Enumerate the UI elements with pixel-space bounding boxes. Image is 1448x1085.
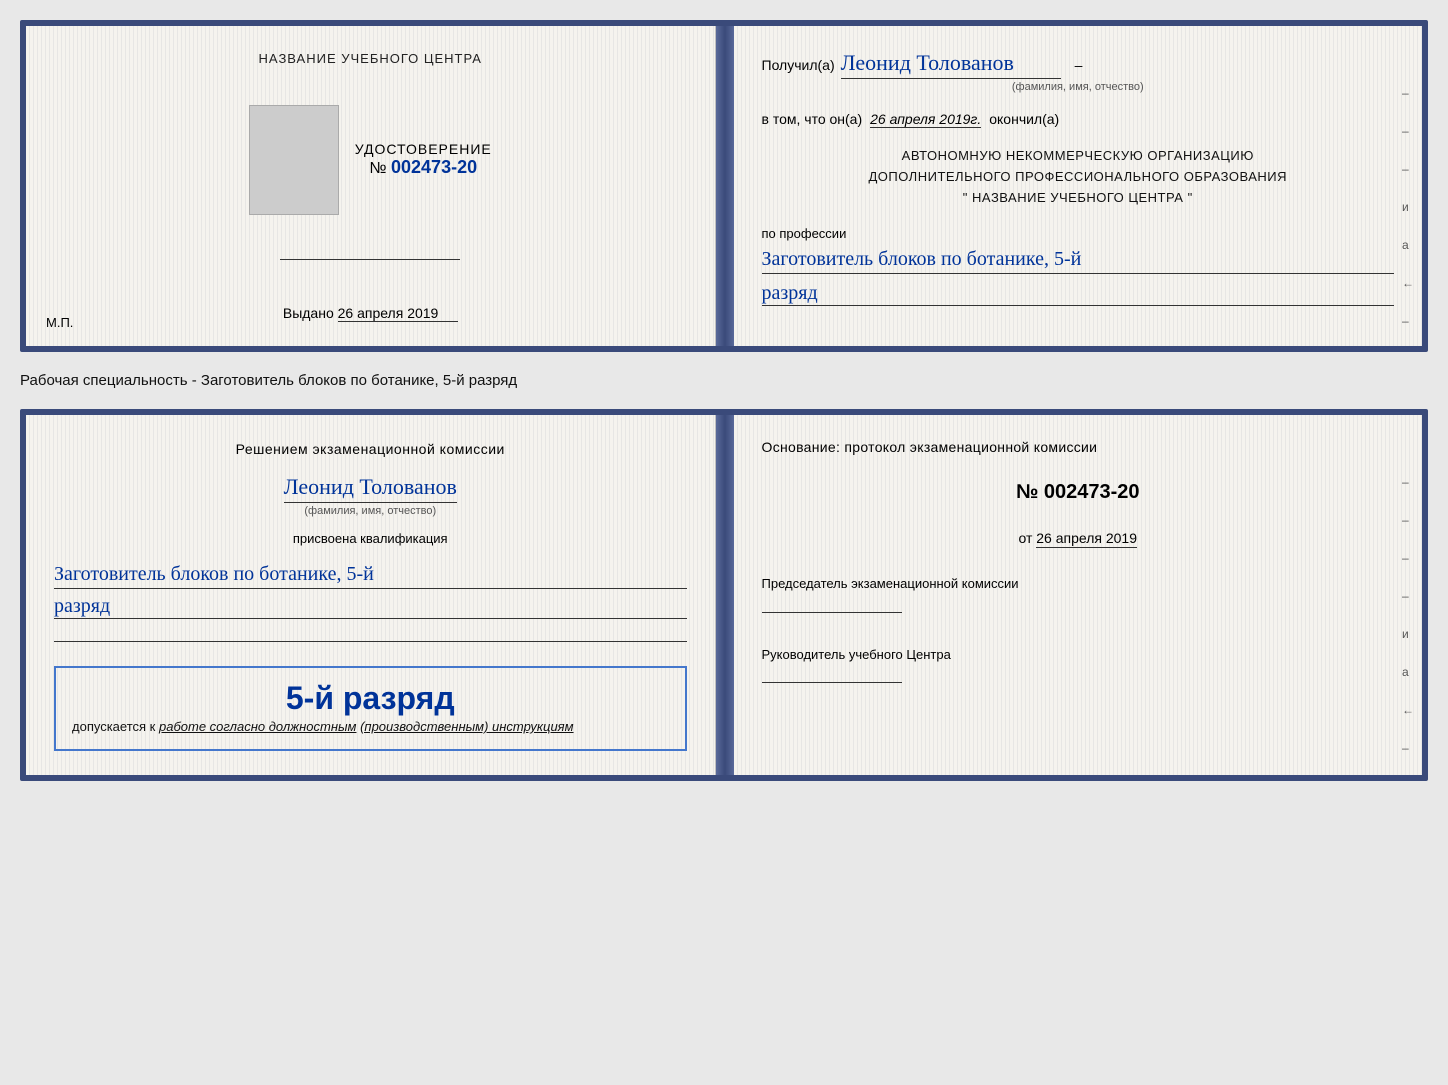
director-title: Руководитель учебного Центра [762,645,1395,665]
recipient-line: Получил(а) Леонид Толованов – [762,50,1395,79]
bottom-left-panel: Решением экзаменационной комиссии Леонид… [26,415,716,775]
protocol-number: № 002473-20 [762,481,1395,504]
cert-word: УДОСТОВЕРЕНИЕ [355,141,492,157]
razryad-top: разряд [762,282,1395,306]
issued-line: Выдано 26 апреля 2019 [283,305,458,322]
vtom-date: 26 апреля 2019г. [870,111,981,128]
received-prefix: Получил(а) [762,57,835,73]
recipient-name-top: Леонид Толованов [841,50,1061,79]
vtom-line: в том, что он(а) 26 апреля 2019г. окончи… [762,111,1395,128]
ot-line: от 26 апреля 2019 [762,530,1395,546]
protocol-num-val: 002473-20 [1044,481,1140,503]
dopusk-work2: (производственным) инструкциям [360,719,573,734]
vtom-prefix: в том, что он(а) [762,111,863,127]
dopusk-prefix: допускается к [72,719,155,734]
chairman-sig-line [762,612,902,613]
okonchil: окончил(а) [989,111,1059,127]
page-wrapper: НАЗВАНИЕ УЧЕБНОГО ЦЕНТРА УДОСТОВЕРЕНИЕ №… [20,20,1428,781]
org-name: НАЗВАНИЕ УЧЕБНОГО ЦЕНТРА [972,190,1183,205]
ot-prefix: от [1018,530,1032,546]
org-quote1: " [963,190,968,205]
blue-box: 5-й разряд допускается к работе согласно… [54,666,687,751]
fio-label-bottom: (фамилия, имя, отчество) [304,505,436,517]
specialty-text: Рабочая специальность - Заготовитель бло… [20,368,1428,393]
chairman-title: Председатель экзаменационной комиссии [762,574,1395,594]
org-name-line: " НАЗВАНИЕ УЧЕБНОГО ЦЕНТРА " [762,188,1395,209]
top-right-panel: Получил(а) Леонид Толованов – (фамилия, … [734,26,1423,346]
spine-bottom [716,415,734,775]
chairman-block: Председатель экзаменационной комиссии [762,574,1395,617]
director-block: Руководитель учебного Центра [762,645,1395,688]
profession-block: по профессии Заготовитель блоков по бота… [762,226,1395,306]
issued-date-top: 26 апреля 2019 [338,305,458,322]
ot-date: 26 апреля 2019 [1036,530,1137,548]
no-label-bottom: № [1016,481,1038,503]
cert-no-label: № [369,160,386,177]
qual-name-bottom: Заготовитель блоков по ботанике, 5-й [54,560,687,589]
rank-big: 5-й разряд [72,680,669,717]
side-marks-top: – – – и а ← – – – – – [1402,86,1414,352]
dopusk-text: допускается к работе согласно должностны… [72,717,669,737]
side-marks-bottom: – – – – и а ← – – – – – [1402,475,1414,781]
cert-number-top: 002473-20 [391,157,477,177]
bottom-person-block: Леонид Толованов (фамилия, имя, отчество… [54,474,687,517]
bottom-right-panel: Основание: протокол экзаменационной коми… [734,415,1423,775]
org-quote2: " [1188,190,1193,205]
top-left-panel: НАЗВАНИЕ УЧЕБНОГО ЦЕНТРА УДОСТОВЕРЕНИЕ №… [26,26,716,346]
bottom-person-name: Леонид Толованов [284,474,457,503]
dash: – [1075,57,1083,73]
org-line2: ДОПОЛНИТЕЛЬНОГО ПРОФЕССИОНАЛЬНОГО ОБРАЗО… [762,167,1395,188]
school-name-top: НАЗВАНИЕ УЧЕБНОГО ЦЕНТРА [259,50,482,68]
director-sig-line [762,682,902,683]
dopusk-work: работе согласно должностным [159,719,356,734]
recipient-block: Получил(а) Леонид Толованов – (фамилия, … [762,50,1395,93]
top-document: НАЗВАНИЕ УЧЕБНОГО ЦЕНТРА УДОСТОВЕРЕНИЕ №… [20,20,1428,352]
razryad-bottom: разряд [54,595,687,619]
cert-title: УДОСТОВЕРЕНИЕ № 002473-20 [355,141,492,178]
commission-decision: Решением экзаменационной комиссии [54,439,687,460]
osnov-text: Основание: протокол экзаменационной коми… [762,439,1395,455]
spine-top [716,26,734,346]
qual-block: Заготовитель блоков по ботанике, 5-й раз… [54,560,687,619]
profession-name-top: Заготовитель блоков по ботанике, 5-й [762,245,1395,274]
bottom-document: Решением экзаменационной комиссии Леонид… [20,409,1428,781]
org-block: АВТОНОМНУЮ НЕКОММЕРЧЕСКУЮ ОРГАНИЗАЦИЮ ДО… [762,146,1395,208]
org-line1: АВТОНОМНУЮ НЕКОММЕРЧЕСКУЮ ОРГАНИЗАЦИЮ [762,146,1395,167]
profession-label: по профессии [762,226,847,241]
photo-placeholder [249,105,339,215]
fio-label-top: (фамилия, имя, отчество) [762,81,1395,93]
assigned-qual: присвоена квалификация [54,531,687,546]
issued-label: Выдано [283,305,334,321]
mp-label: М.П. [46,315,73,330]
